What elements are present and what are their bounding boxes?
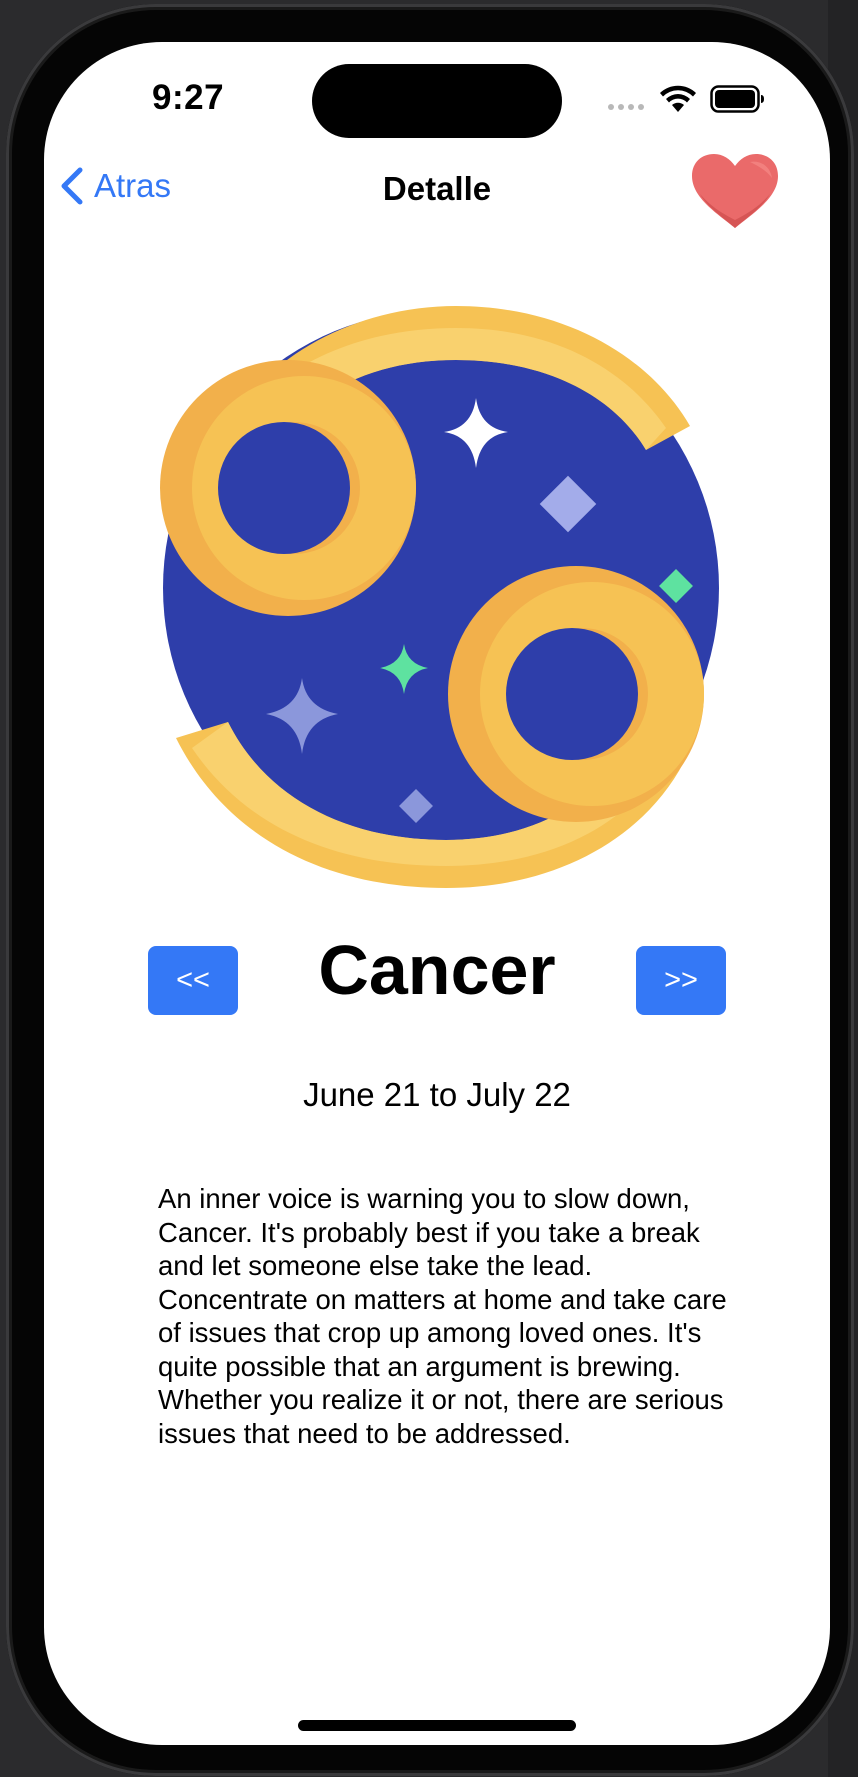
wifi-icon [660, 85, 696, 112]
sign-date-range: June 21 to July 22 [303, 1076, 571, 1113]
status-time: 9:27 [152, 78, 225, 117]
app-screen: 9:27 Atras Detalle << Cancer >> June 21 … [44, 42, 830, 1745]
phone-frame: 9:27 Atras Detalle << Cancer >> June 21 … [6, 4, 854, 1776]
home-indicator[interactable] [298, 1720, 576, 1731]
dynamic-island [312, 64, 562, 138]
next-sign-button[interactable]: >> [636, 946, 726, 1015]
horoscope-description: An inner voice is warning you to slow do… [158, 1183, 727, 1449]
cancer-zodiac-icon [160, 306, 719, 888]
cellular-signal-icon [608, 104, 644, 110]
heart-icon[interactable] [688, 152, 782, 232]
battery-icon [710, 85, 764, 113]
